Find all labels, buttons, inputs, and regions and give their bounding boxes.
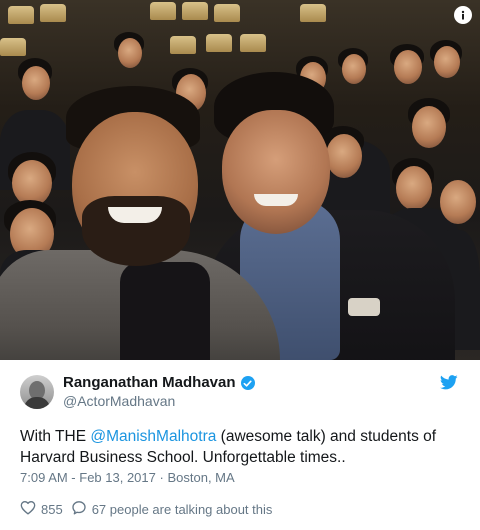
tweet-timestamp[interactable]: 7:09 AM - Feb 13, 2017 xyxy=(20,470,156,485)
author-display-name[interactable]: Ranganathan Madhavan xyxy=(63,374,255,392)
embedded-tweet-card: Ranganathan Madhavan @ActorMadhavan With… xyxy=(0,0,480,530)
avatar[interactable] xyxy=(20,375,54,409)
speech-bubble-icon xyxy=(71,500,87,518)
tweet-text: With THE @ManishMalhotra (awesome talk) … xyxy=(20,428,437,466)
tweet-photo[interactable] xyxy=(0,0,480,360)
tweet-author[interactable]: Ranganathan Madhavan @ActorMadhavan xyxy=(20,374,255,410)
tweet-body: Ranganathan Madhavan @ActorMadhavan With… xyxy=(0,360,480,530)
tweet-actions: 855 67 people are talking about this xyxy=(20,500,280,518)
tweet-location[interactable]: Boston, MA xyxy=(167,470,234,485)
mention-link[interactable]: @ManishMalhotra xyxy=(90,428,216,445)
talking-count-text: 67 people are talking about this xyxy=(91,501,273,517)
conversation-link[interactable]: 67 people are talking about this xyxy=(71,500,273,518)
info-icon[interactable] xyxy=(454,6,472,24)
heart-icon xyxy=(20,500,36,518)
author-handle[interactable]: @ActorMadhavan xyxy=(63,392,255,410)
tweet-meta: 7:09 AM - Feb 13, 2017 · Boston, MA xyxy=(20,470,235,485)
meta-separator: · xyxy=(159,470,164,485)
twitter-bird-icon[interactable] xyxy=(439,375,458,395)
like-button[interactable]: 855 xyxy=(20,500,63,518)
like-count: 855 xyxy=(41,501,63,517)
verified-badge-icon xyxy=(240,376,255,390)
